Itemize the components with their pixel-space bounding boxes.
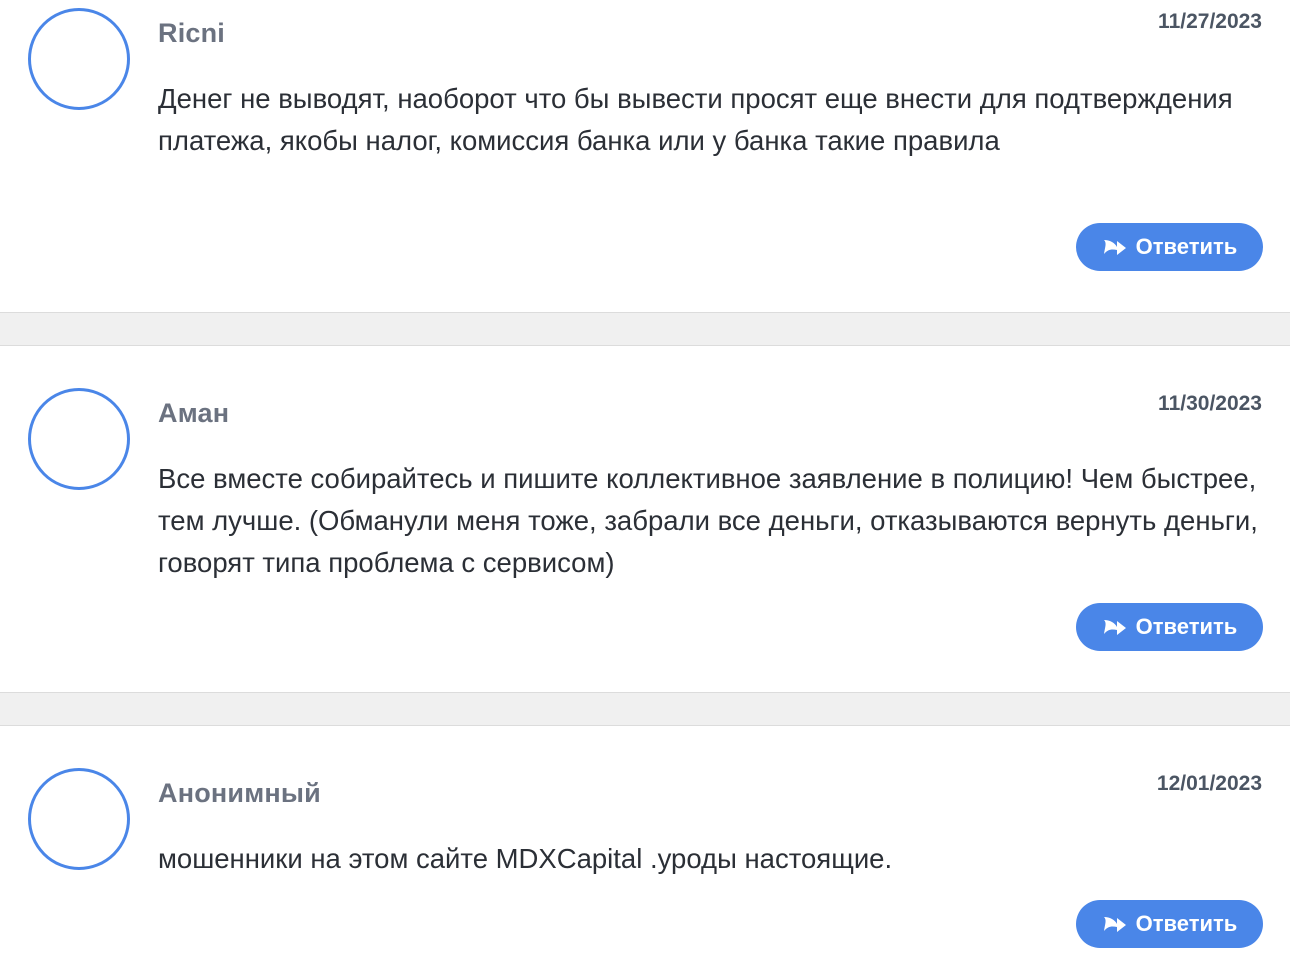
reply-button[interactable]: Ответить — [1076, 900, 1263, 948]
reply-arrow-icon — [1102, 913, 1128, 935]
reply-button-label: Ответить — [1135, 234, 1238, 259]
comment-item: Аман 11/30/2023 Все вместе собирайтесь и… — [0, 346, 1290, 692]
reply-arrow-icon — [1102, 616, 1128, 638]
comment-author: Анонимный — [158, 778, 321, 808]
reply-arrow-icon — [1102, 236, 1128, 258]
avatar — [28, 768, 130, 870]
comment-date: 11/27/2023 — [1158, 10, 1262, 33]
reply-button-label: Ответить — [1135, 911, 1238, 936]
reply-button[interactable]: Ответить — [1076, 603, 1263, 651]
avatar — [28, 8, 130, 110]
comment-author: Аман — [158, 398, 230, 428]
comment-divider — [0, 692, 1290, 726]
comment-author: Ricni — [158, 18, 226, 48]
comment-date: 11/30/2023 — [1158, 392, 1262, 415]
reply-button-label: Ответить — [1135, 614, 1238, 639]
comment-date: 12/01/2023 — [1156, 772, 1262, 795]
reply-button[interactable]: Ответить — [1076, 223, 1263, 271]
comment-text: Денег не выводят, наоборот что бы вывест… — [158, 83, 1233, 156]
comment-text: мошенники на этом сайте MDXCapital .урод… — [158, 843, 893, 874]
avatar — [28, 388, 130, 490]
comment-item: Анонимный 12/01/2023 мошенники на этом с… — [0, 726, 1290, 954]
comment-text: Все вместе собирайтесь и пишите коллекти… — [158, 463, 1258, 578]
comment-list: Ricni 11/27/2023 Денег не выводят, наобо… — [0, 0, 1290, 954]
comment-divider — [0, 312, 1290, 346]
comment-item: Ricni 11/27/2023 Денег не выводят, наобо… — [0, 0, 1290, 312]
